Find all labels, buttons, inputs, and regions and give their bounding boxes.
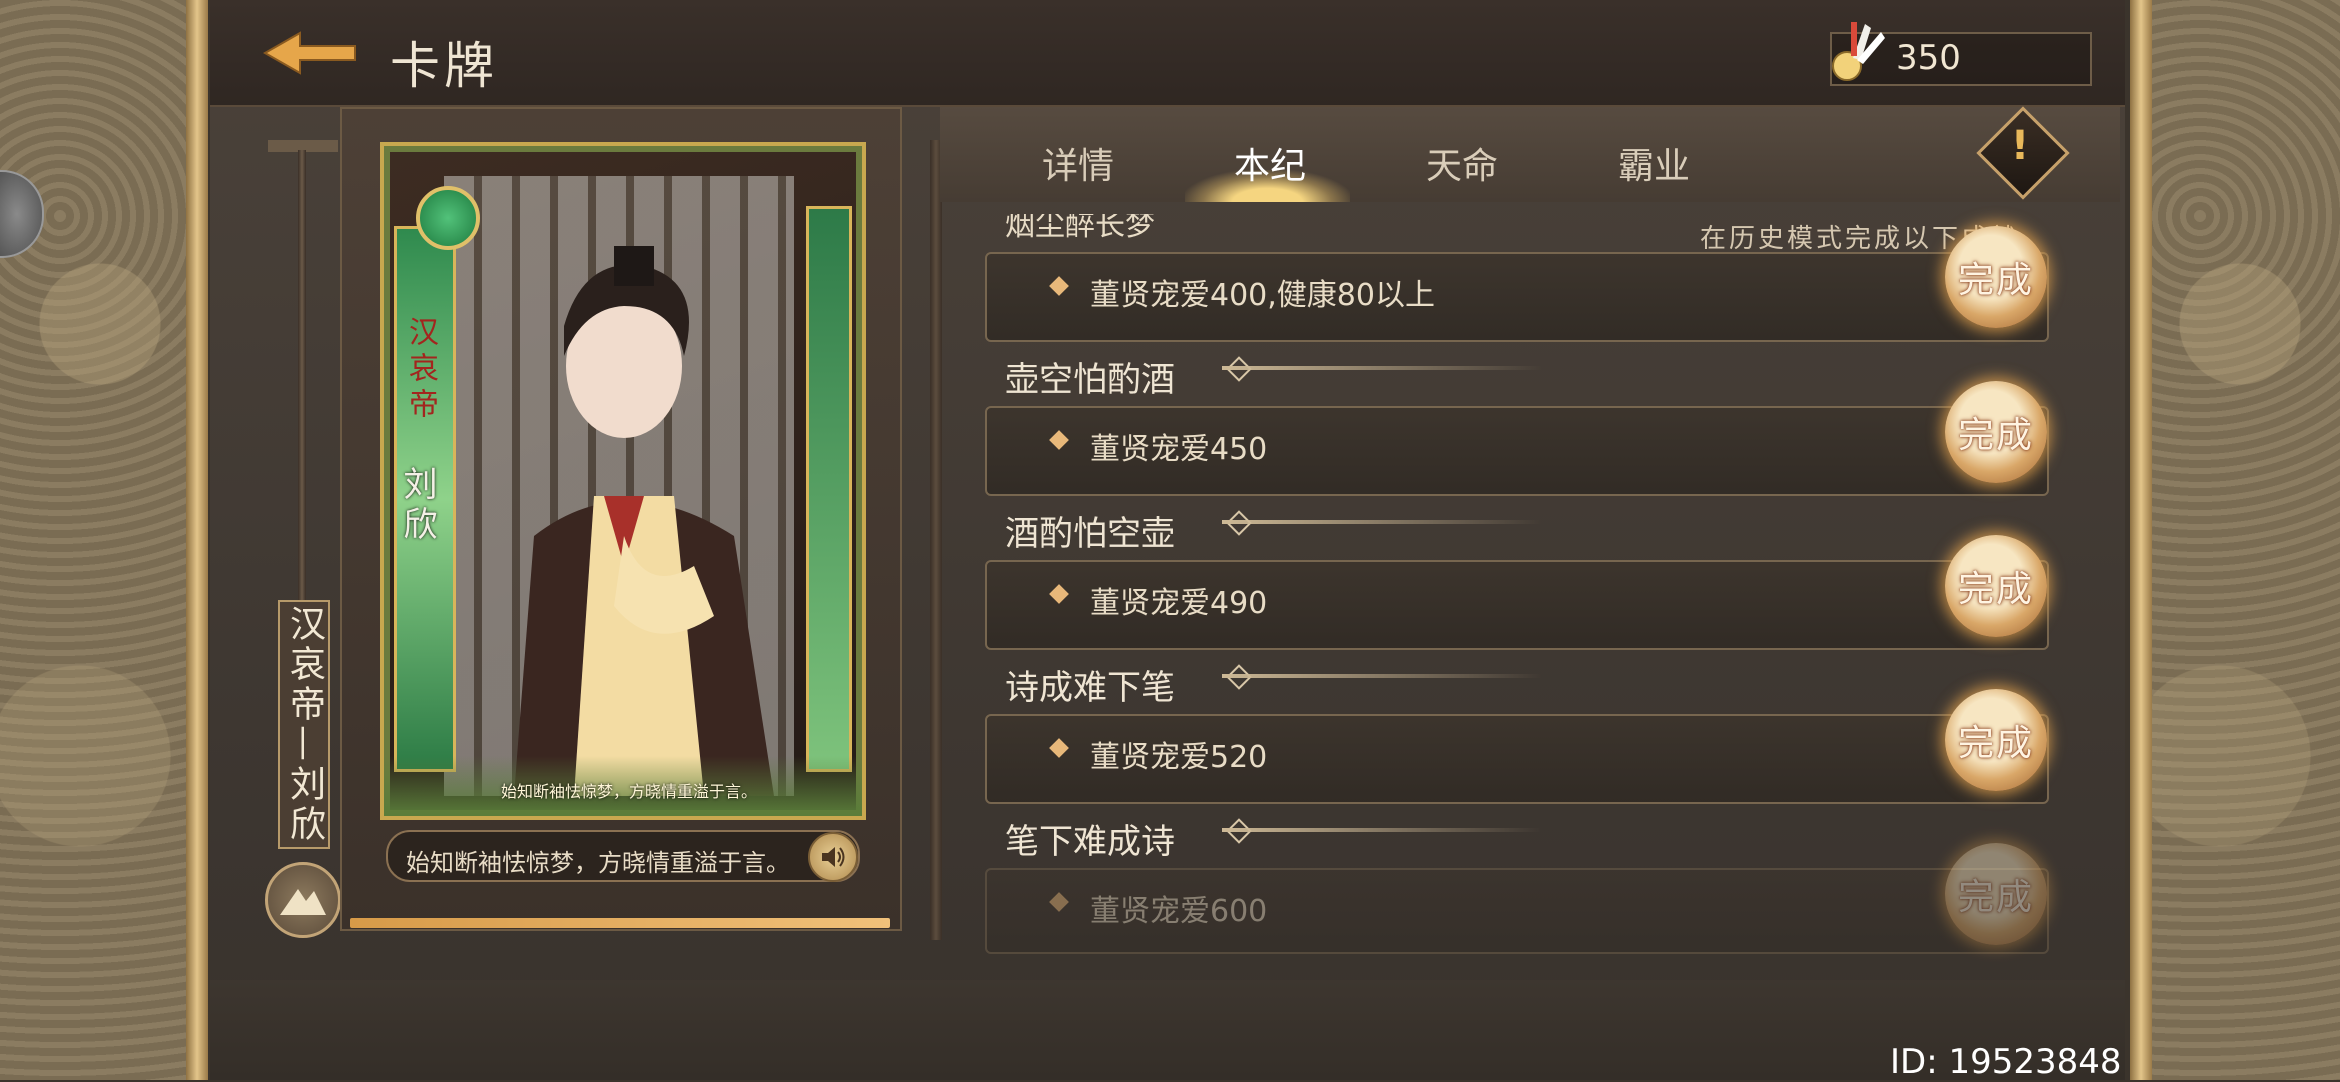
quest-text: 董贤宠爱450 [1090,432,1268,467]
complete-button[interactable]: 完成 [1945,381,2047,483]
back-button[interactable] [260,28,360,78]
player-id-label: ID: 19523848 [1890,1042,2122,1082]
complete-label: 完成 [1957,723,2034,764]
quote-text: 始知断袖怯惊梦，方晓情重溢于言。 [406,849,790,877]
divider-rail [930,140,942,940]
exclamation-icon: ! [2010,123,2030,169]
speaker-button[interactable] [808,832,858,882]
tab-hegemony[interactable]: 霸业 [1618,137,1690,189]
complete-label: 完成 [1957,877,2034,918]
mountain-emblem-icon[interactable] [265,862,341,938]
left-gold-rail [186,0,208,1080]
back-arrow-icon [262,31,356,75]
complete-button[interactable]: 完成 [1945,226,2047,328]
complete-label: 完成 [1957,415,2034,456]
quest-text: 董贤宠爱400,健康80以上 [1090,278,1435,313]
quest-text: 董贤宠爱490 [1090,586,1268,621]
section-divider [1222,828,1542,832]
tab-annals[interactable]: 本纪 [1234,137,1306,189]
card-seal-icon [416,186,480,250]
currency-value: 350 [1896,38,1961,78]
right-decorative-panel [2140,0,2340,1080]
page-title: 卡牌 [390,37,498,95]
card-progress-bar [350,918,890,928]
card-title-vertical: 汉哀帝 [403,316,438,424]
name-plate: 汉哀帝—刘欣 [278,600,330,849]
right-gold-rail [2130,0,2152,1080]
character-card[interactable]: 汉哀帝 刘欣 始知断袖怯惊梦，方晓情重溢于言。 [380,142,866,820]
left-decorative-panel [0,0,200,1080]
quest-text: 董贤宠爱600 [1090,894,1268,929]
section-divider [1222,366,1542,370]
complete-button[interactable]: 完成 [1945,689,2047,791]
section-divider [1222,520,1542,524]
card-name-vertical: 刘欣 [397,466,437,546]
complete-label: 完成 [1957,260,2034,301]
tab-bar [940,107,2120,202]
tab-details[interactable]: 详情 [1042,137,1114,189]
name-plate-text: 汉哀帝—刘欣 [284,604,325,845]
name-plate-rail [298,150,306,600]
feather-token-icon [1825,14,1889,86]
quest-text: 董贤宠爱520 [1090,740,1268,775]
section-title: 酒酌怕空壶 [1005,514,1175,554]
complete-button[interactable]: 完成 [1945,843,2047,945]
section-title: 诗成难下笔 [1005,668,1175,708]
character-portrait [514,246,774,796]
section-title: 笔下难成诗 [1005,822,1175,862]
card-quote: 始知断袖怯惊梦，方晓情重溢于言。 [500,782,757,801]
tab-destiny[interactable]: 天命 [1426,137,1498,189]
bottom-strip [210,980,2125,1080]
section-title: 壶空怕酌酒 [1005,360,1175,400]
complete-button[interactable]: 完成 [1945,535,2047,637]
section-divider [1222,674,1542,678]
complete-label: 完成 [1957,569,2034,610]
speaker-icon [822,847,845,867]
card-right-border [806,206,852,772]
